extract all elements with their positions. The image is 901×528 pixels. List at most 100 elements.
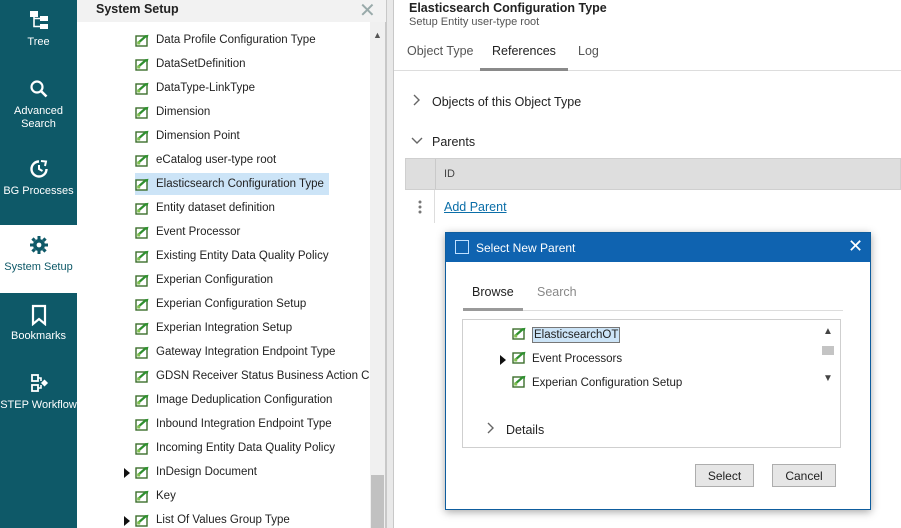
section-parents[interactable]: Parents bbox=[411, 135, 475, 149]
object-type-icon bbox=[135, 178, 150, 194]
nav-item-tree[interactable]: Tree bbox=[0, 0, 77, 68]
dialog-scrollbar[interactable]: ▲ ▼ bbox=[820, 324, 836, 390]
tree-item-label: Data Profile Configuration Type bbox=[156, 34, 316, 46]
tree-item[interactable]: DataSetDefinition bbox=[135, 53, 251, 75]
close-icon[interactable]: ✕ bbox=[848, 236, 863, 257]
tab-object-type[interactable]: Object Type bbox=[401, 43, 479, 71]
tree-item-label: Experian Configuration Setup bbox=[156, 298, 307, 310]
object-type-icon bbox=[135, 202, 150, 218]
object-type-icon bbox=[512, 375, 527, 391]
expand-arrow-icon[interactable] bbox=[123, 515, 131, 526]
nav-label-system-setup: System Setup bbox=[4, 261, 73, 273]
tree-item-label: Existing Entity Data Quality Policy bbox=[156, 250, 329, 262]
nav-item-bg-processes[interactable]: BG Processes bbox=[0, 149, 77, 217]
tree-item[interactable]: Image Deduplication Configuration bbox=[135, 389, 337, 411]
scroll-down-icon[interactable]: ▼ bbox=[823, 373, 833, 384]
nav-item-bookmarks[interactable]: Bookmarks bbox=[0, 294, 77, 362]
system-setup-tree-panel: System Setup ✕ Data Profile Configuratio… bbox=[77, 0, 386, 528]
object-type-icon bbox=[135, 154, 150, 170]
select-button[interactable]: Select bbox=[695, 464, 754, 487]
tree-item[interactable]: Experian Configuration bbox=[135, 269, 278, 291]
scroll-thumb[interactable] bbox=[822, 346, 834, 355]
object-type-icon bbox=[135, 82, 150, 98]
tree-item[interactable]: Experian Configuration Setup bbox=[135, 293, 311, 315]
dialog-titlebar[interactable]: Select New Parent ✕ bbox=[446, 233, 870, 262]
panel-splitter[interactable] bbox=[386, 0, 394, 528]
section-objects[interactable]: Objects of this Object Type bbox=[411, 94, 581, 109]
tree-item[interactable]: Experian Integration Setup bbox=[135, 317, 297, 339]
tab-search[interactable]: Search bbox=[528, 285, 586, 311]
tree-item[interactable]: Gateway Integration Endpoint Type bbox=[135, 341, 340, 363]
scroll-up-icon[interactable]: ▲ bbox=[823, 326, 833, 337]
tree-item-label: Image Deduplication Configuration bbox=[156, 394, 333, 406]
object-type-icon bbox=[135, 322, 150, 338]
tree-item[interactable]: Incoming Entity Data Quality Policy bbox=[135, 437, 340, 459]
dialog-tree-item-label: Experian Configuration Setup bbox=[532, 377, 683, 389]
details-expander[interactable]: Details bbox=[485, 422, 544, 437]
tree-item[interactable]: Existing Entity Data Quality Policy bbox=[135, 245, 334, 267]
tree-item[interactable]: Elasticsearch Configuration Type bbox=[135, 173, 329, 195]
tree-item-label: InDesign Document bbox=[156, 466, 257, 478]
add-parent-link[interactable]: Add Parent bbox=[444, 200, 507, 214]
object-type-icon bbox=[135, 250, 150, 266]
tree-item[interactable]: eCatalog user-type root bbox=[135, 149, 281, 171]
tree-item-label: Inbound Integration Endpoint Type bbox=[156, 418, 332, 430]
tree-item[interactable]: DataType-LinkType bbox=[135, 77, 260, 99]
nav-item-system-setup[interactable]: System Setup bbox=[0, 225, 77, 293]
dialog-tree-item[interactable]: ElasticsearchOT bbox=[512, 325, 621, 345]
tree-item-label: Event Processor bbox=[156, 226, 241, 238]
tree-item-label: GDSN Receiver Status Business Action Co bbox=[156, 370, 376, 382]
search-icon bbox=[0, 79, 77, 99]
section-parents-label: Parents bbox=[432, 135, 476, 149]
expand-arrow-icon[interactable] bbox=[123, 467, 131, 478]
tree-item[interactable]: Dimension bbox=[135, 101, 215, 123]
nav-label-advanced-search: Advanced Search bbox=[14, 105, 63, 130]
tab-browse[interactable]: Browse bbox=[463, 285, 523, 311]
dialog-tree-item[interactable]: Experian Configuration Setup bbox=[512, 373, 682, 393]
nav-label-bookmarks: Bookmarks bbox=[10, 330, 67, 342]
column-header-id[interactable]: ID bbox=[444, 168, 455, 180]
tree-item[interactable]: Data Profile Configuration Type bbox=[135, 29, 321, 51]
tree-scrollbar[interactable]: ▲ bbox=[370, 22, 385, 528]
nav-item-advanced-search[interactable]: Advanced Search bbox=[0, 69, 77, 137]
tree-item-label: Entity dataset definition bbox=[156, 202, 275, 214]
object-type-icon bbox=[135, 394, 150, 410]
tree-item-label: List Of Values Group Type bbox=[156, 514, 290, 526]
workflow-icon bbox=[0, 373, 77, 393]
dialog-tree-item[interactable]: Event Processors bbox=[512, 349, 622, 369]
tree-title: System Setup bbox=[96, 2, 179, 16]
tree-item-label: Dimension bbox=[156, 106, 211, 118]
chevron-right-icon bbox=[411, 94, 423, 109]
object-type-icon bbox=[135, 106, 150, 122]
tree-item-label: Dimension Point bbox=[156, 130, 240, 142]
cancel-button[interactable]: Cancel bbox=[772, 464, 836, 487]
object-type-icon bbox=[135, 442, 150, 458]
tab-references[interactable]: References bbox=[480, 43, 568, 71]
scroll-up-icon[interactable]: ▲ bbox=[373, 30, 382, 40]
expand-arrow-icon[interactable] bbox=[499, 354, 507, 368]
close-icon[interactable]: ✕ bbox=[359, 0, 376, 23]
object-type-icon bbox=[512, 327, 527, 343]
tree-item[interactable]: Event Processor bbox=[135, 221, 245, 243]
scroll-thumb[interactable] bbox=[371, 475, 384, 528]
row-select-header[interactable] bbox=[406, 159, 436, 189]
tree-item-label: eCatalog user-type root bbox=[156, 154, 277, 166]
nav-label-tree: Tree bbox=[27, 36, 50, 48]
row-menu-icon[interactable] bbox=[405, 190, 435, 223]
tree-item[interactable]: GDSN Receiver Status Business Action Co bbox=[135, 365, 381, 387]
nav-item-step-workflow[interactable]: STEP Workflow bbox=[0, 363, 77, 431]
tree-item[interactable]: Key bbox=[135, 485, 181, 507]
tree-item[interactable]: List Of Values Group Type bbox=[135, 509, 295, 528]
nav-label-bg-processes: BG Processes bbox=[3, 185, 74, 197]
tree-item[interactable]: Entity dataset definition bbox=[135, 197, 280, 219]
object-type-icon bbox=[135, 514, 150, 528]
background-process-icon bbox=[0, 159, 77, 179]
object-type-icon bbox=[135, 490, 150, 506]
tree-item-label: Gateway Integration Endpoint Type bbox=[156, 346, 336, 358]
tree-item[interactable]: InDesign Document bbox=[135, 461, 262, 483]
dialog-browse-box: ElasticsearchOT Event Processors Experian … bbox=[462, 319, 841, 448]
object-type-icon bbox=[512, 351, 527, 367]
tree-item[interactable]: Inbound Integration Endpoint Type bbox=[135, 413, 337, 435]
tree-item[interactable]: Dimension Point bbox=[135, 125, 245, 147]
tab-log[interactable]: Log bbox=[572, 43, 605, 71]
